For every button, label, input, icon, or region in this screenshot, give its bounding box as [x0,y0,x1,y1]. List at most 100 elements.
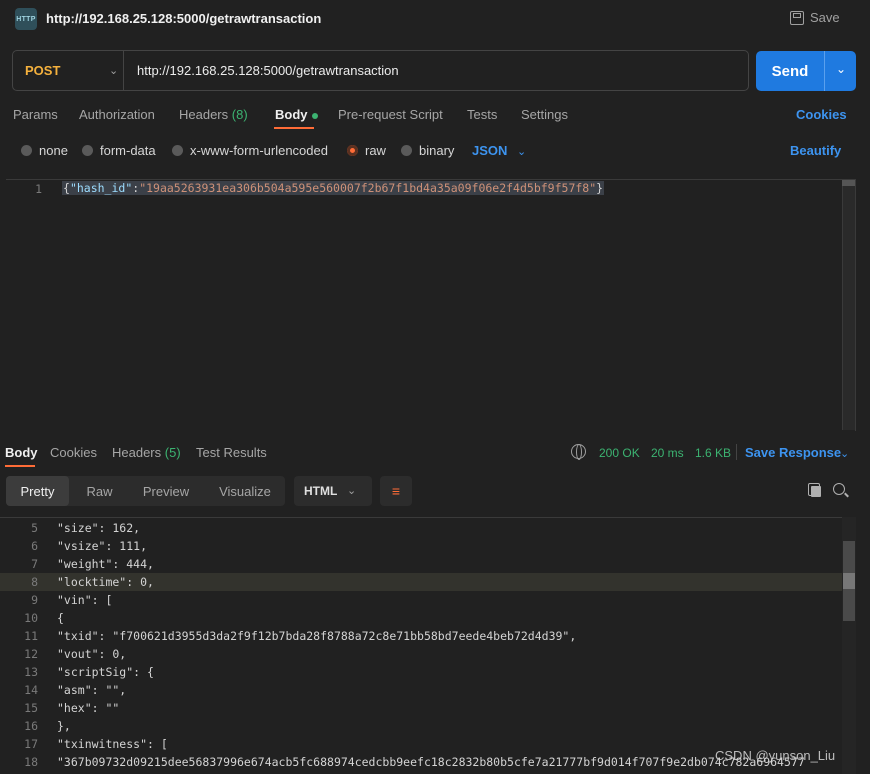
radio-form-data[interactable]: form-data [82,143,156,158]
tab-headers[interactable]: Headers (8) [179,107,248,122]
line-number: 5 [31,521,38,535]
view-raw-button[interactable]: Raw [72,476,127,506]
code-text: "weight": 444, [57,557,154,571]
send-button-group: Send ⌄ [756,51,856,91]
tab-headers-count: (8) [231,107,248,122]
send-divider [824,51,825,91]
view-preview-button[interactable]: Preview [131,476,201,506]
response-tab-body[interactable]: Body [5,445,38,460]
view-visualize-button[interactable]: Visualize [206,476,284,506]
radio-urlencoded-label: x-www-form-urlencoded [190,143,328,158]
chevron-down-icon[interactable]: ⌄ [347,484,356,497]
line-number: 9 [31,593,38,607]
radio-raw-label: raw [365,143,386,158]
tab-prerequest-script[interactable]: Pre-request Script [338,107,443,122]
chevron-down-icon[interactable]: ⌄ [840,447,849,460]
response-tab-test-results[interactable]: Test Results [196,445,267,460]
response-code-line: 5 "size": 162, [0,519,856,537]
radio-circle-selected [347,145,358,156]
raw-format-dropdown[interactable]: JSON [472,143,507,158]
search-icon[interactable] [833,483,845,495]
body-active-dot-icon [311,112,318,119]
response-code-line: 15 "hex": "" [0,699,856,717]
request-body-code[interactable]: {"hash_id":"19aa5263931ea306b504a595e560… [62,181,605,195]
save-icon [790,10,804,25]
radio-binary[interactable]: binary [401,143,454,158]
request-editor-scrollbar[interactable] [842,180,855,430]
watermark: CSDN @yunson_Liu [715,748,836,763]
request-title[interactable]: http://192.168.25.128:5000/getrawtransac… [46,11,321,26]
url-divider [123,51,124,90]
wrap-lines-icon[interactable]: ≡ [380,476,412,506]
status-code[interactable]: 200 OK [599,446,640,460]
request-editor-scroll-thumb[interactable] [842,180,855,186]
code-text: }, [57,719,71,733]
response-code-line: 13 "scriptSig": { [0,663,856,681]
beautify-button[interactable]: Beautify [790,143,841,158]
line-number: 11 [24,629,38,643]
code-text: "hex": "" [57,701,120,715]
code-text: "vin": [ [57,593,113,607]
method-label: POST [25,63,61,78]
line-number: 18 [24,755,38,769]
response-size[interactable]: 1.6 KB [695,446,731,460]
response-code-line: 16}, [0,717,856,735]
radio-circle [21,145,32,156]
chevron-down-icon: ⌄ [109,65,119,77]
line-number: 7 [31,557,38,571]
globe-icon[interactable] [571,444,586,460]
tab-tests[interactable]: Tests [467,107,497,122]
tab-settings[interactable]: Settings [521,107,568,122]
response-code-line: 8 "locktime": 0, [0,573,856,591]
line-number: 6 [31,539,38,553]
line-number: 13 [24,665,38,679]
code-text: "txinwitness": [ [57,737,168,751]
tab-body-label: Body [275,107,308,122]
view-pretty-button[interactable]: Pretty [6,476,69,506]
code-string: "19aa5263931ea306b504a595e560007f2b67f1b… [139,181,597,195]
code-text: "vsize": 111, [57,539,148,553]
method-selector[interactable]: POST ⌄ [25,51,123,90]
tab-authorization[interactable]: Authorization [79,107,155,122]
code-text: { [57,611,64,625]
line-number: 8 [31,575,38,589]
line-number: 17 [24,737,38,751]
radio-urlencoded[interactable]: x-www-form-urlencoded [172,143,328,158]
send-options-chevron-icon[interactable]: ⌄ [826,62,856,76]
copy-icon[interactable] [808,483,821,497]
http-request-icon: HTTP [15,8,37,30]
line-number: 1 [35,182,42,196]
save-button[interactable]: Save [790,10,840,25]
response-code-line: 10 { [0,609,856,627]
response-scroll-marker [843,573,855,589]
url-input[interactable]: http://192.168.25.128:5000/getrawtransac… [137,63,399,78]
response-time[interactable]: 20 ms [651,446,684,460]
tab-params[interactable]: Params [13,107,58,122]
response-tab-headers[interactable]: Headers (5) [112,445,181,460]
send-button[interactable]: Send [756,51,824,91]
title-bar: HTTP http://192.168.25.128:5000/getrawtr… [0,0,870,40]
line-number: 15 [24,701,38,715]
response-code-line: 9 "vin": [ [0,591,856,609]
response-body-viewer[interactable]: 5 "size": 162, 6 "vsize": 111, 7 "weight": 44… [0,517,856,774]
radio-circle [401,145,412,156]
code-text: "367b09732d09215dee56837996e674acb5fc688… [57,755,805,769]
request-body-editor[interactable] [6,179,856,431]
response-tab-headers-label: Headers [112,445,162,460]
save-response-button[interactable]: Save Response [745,445,841,460]
response-code-line: 6 "vsize": 111, [0,537,856,555]
code-brace: } [596,181,604,195]
cookies-link[interactable]: Cookies [796,107,847,122]
radio-raw[interactable]: raw [347,143,386,158]
radio-form-data-label: form-data [100,143,156,158]
response-tab-cookies[interactable]: Cookies [50,445,97,460]
code-text: "scriptSig": { [57,665,154,679]
chevron-down-icon[interactable]: ⌄ [517,145,526,158]
response-format-dropdown[interactable]: HTML [294,476,372,506]
radio-circle [82,145,93,156]
code-text: "txid": "f700621d3955d3da2f9f12b7bda28f8… [57,629,577,643]
radio-none[interactable]: none [21,143,68,158]
line-number: 12 [24,647,38,661]
line-number: 16 [24,719,38,733]
tab-body[interactable]: Body [275,107,318,122]
